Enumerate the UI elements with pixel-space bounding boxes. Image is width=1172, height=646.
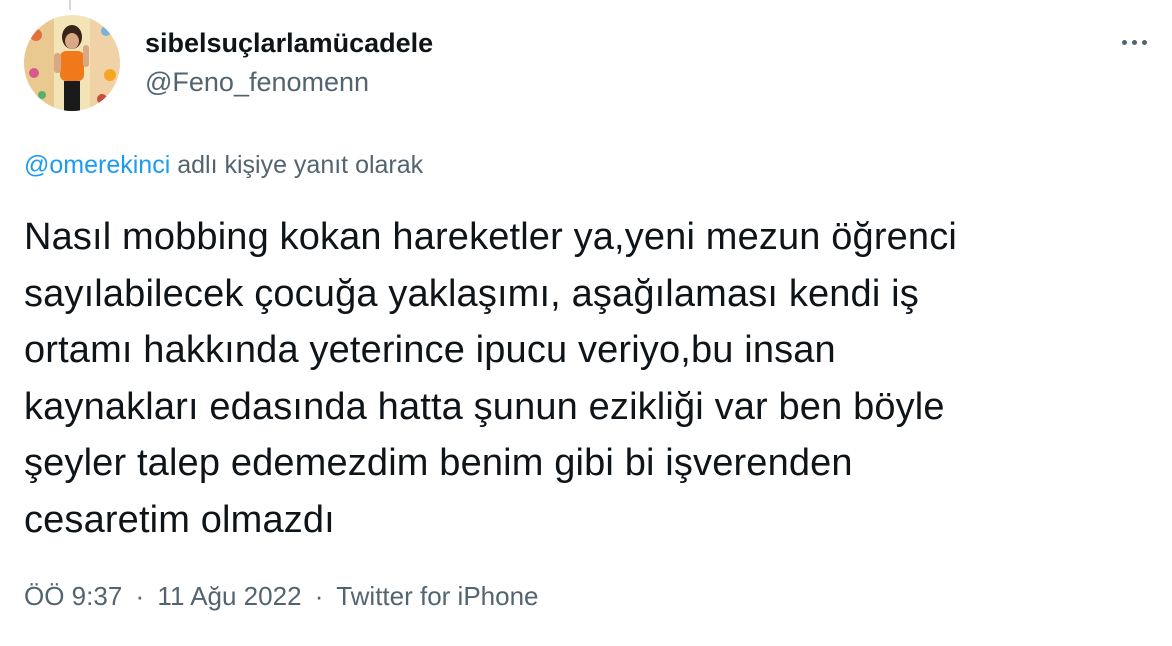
author-display-name[interactable]: sibelsuçlarlamücadele	[145, 27, 433, 59]
tweet-date[interactable]: 11 Ağu 2022	[157, 581, 301, 611]
tweet-time[interactable]: ÖÖ 9:37	[24, 581, 122, 611]
avatar[interactable]	[24, 15, 120, 111]
more-horizontal-icon-dot	[1141, 39, 1147, 45]
meta-separator: ·	[314, 581, 324, 611]
tweet-meta: ÖÖ 9:37 · 11 Ağu 2022 · Twitter for iPho…	[24, 580, 539, 612]
more-horizontal-icon-dot	[1131, 39, 1137, 45]
tweet-source-link[interactable]: Twitter for iPhone	[336, 581, 538, 611]
thread-connector-line	[69, 0, 71, 10]
author-handle[interactable]: @Feno_fenomenn	[145, 66, 369, 98]
tweet-text: Nasıl mobbing kokan hareketler ya,yeni m…	[24, 216, 957, 541]
reply-context: @omerekinci adlı kişiye yanıt olarak	[24, 150, 423, 180]
reply-context-label: adlı kişiye yanıt olarak	[177, 151, 424, 179]
reply-mention-link[interactable]: @omerekinci	[24, 151, 170, 179]
more-options-button[interactable]	[1114, 28, 1154, 56]
meta-separator: ·	[135, 581, 145, 611]
more-horizontal-icon	[1121, 39, 1127, 45]
avatar-image	[24, 15, 120, 111]
